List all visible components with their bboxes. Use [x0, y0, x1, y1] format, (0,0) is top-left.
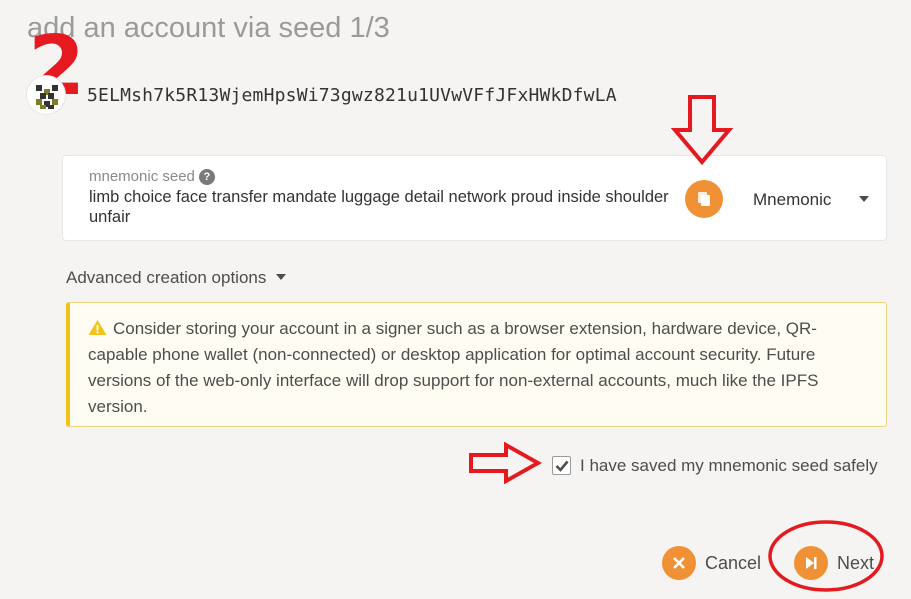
down-arrow-annotation [671, 95, 733, 166]
cancel-label: Cancel [705, 552, 762, 573]
checkmark-icon [555, 460, 569, 472]
saved-seed-checkbox[interactable] [552, 456, 571, 475]
cancel-icon-circle [662, 546, 696, 580]
chevron-down-icon[interactable] [859, 196, 869, 202]
account-address: 5ELMsh7k5R13WjemHpsWi73gwz821u1UVwVFfJFx… [87, 85, 617, 106]
warning-message: Consider storing your account in a signe… [88, 316, 868, 420]
help-icon[interactable]: ? [198, 169, 215, 185]
seed-label-row: mnemonic seed? [89, 168, 215, 185]
right-arrow-annotation [469, 442, 542, 484]
seed-type-dropdown[interactable]: Mnemonic [753, 190, 831, 210]
seed-label: mnemonic seed [89, 168, 195, 185]
mnemonic-seed-field[interactable]: mnemonic seed? limb choice face transfer… [62, 155, 887, 241]
caret-down-icon [276, 274, 287, 280]
warning-text: Consider storing your account in a signe… [88, 319, 819, 416]
close-icon [673, 557, 685, 569]
seed-value[interactable]: limb choice face transfer mandate luggag… [89, 187, 669, 227]
advanced-options-label: Advanced creation options [66, 268, 267, 287]
copy-icon [698, 192, 710, 206]
identicon-icon [36, 85, 58, 109]
cancel-button[interactable]: Cancel [662, 546, 761, 580]
advanced-options-toggle[interactable]: Advanced creation options [66, 268, 287, 288]
saved-seed-label[interactable]: I have saved my mnemonic seed safely [580, 456, 878, 476]
copy-button[interactable] [685, 180, 723, 218]
warning-triangle-icon [88, 320, 107, 335]
warning-box: Consider storing your account in a signe… [66, 302, 887, 427]
account-identicon[interactable] [26, 75, 66, 115]
next-circle-annotation [768, 520, 884, 592]
